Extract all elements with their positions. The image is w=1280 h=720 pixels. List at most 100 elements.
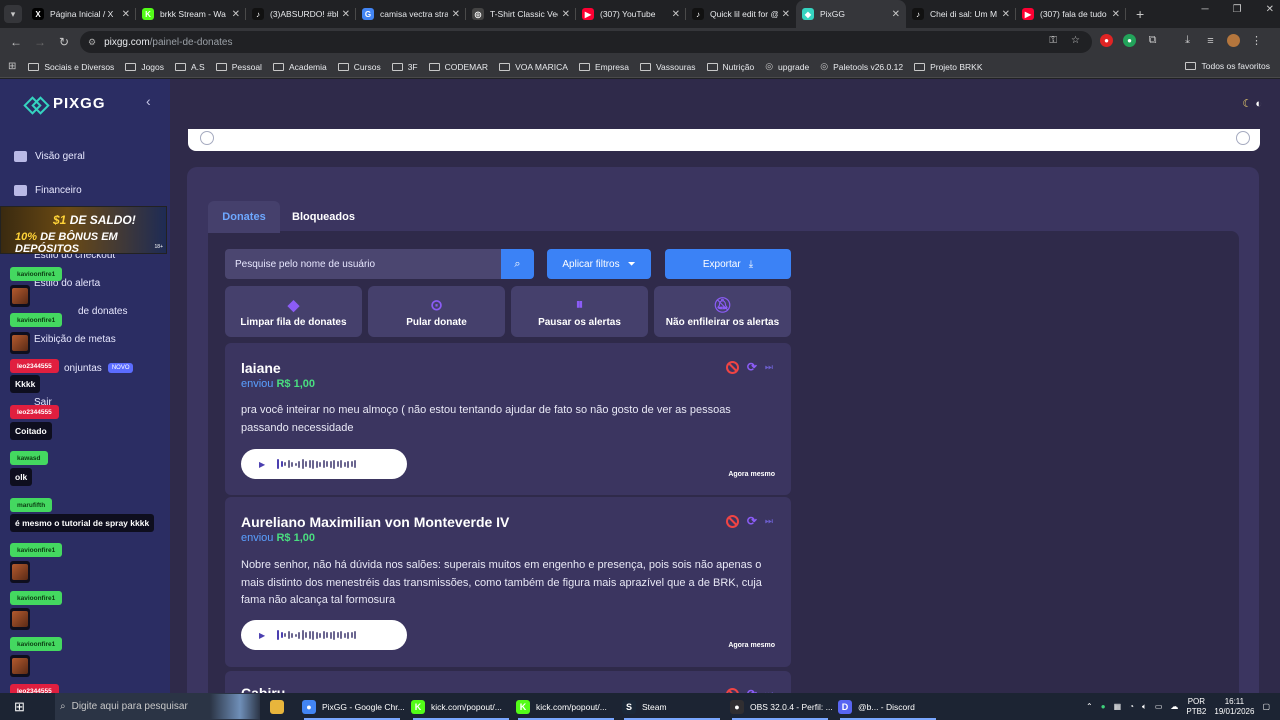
menu-dots-icon[interactable]: ⋮ [1250, 34, 1263, 47]
play-icon[interactable]: ▶ [259, 631, 265, 640]
bookmark-item[interactable]: Vassouras [640, 62, 696, 72]
sidebar-item-donates-panel[interactable]: de donates [78, 306, 128, 317]
network-icon[interactable]: ▦ [1114, 702, 1122, 711]
key-icon[interactable]: ⚿ [1049, 35, 1057, 46]
collapse-sidebar-icon[interactable]: ‹ [146, 93, 151, 109]
notifications-icon[interactable]: ▢ [1262, 702, 1270, 711]
replay-icon[interactable]: ⟳ [747, 514, 757, 528]
volume-icon[interactable]: 🔈︎ [1142, 702, 1147, 712]
browser-tab[interactable]: ♪ Chei di sal: Um M ✕ [906, 0, 1016, 28]
pixgg-logo[interactable]: PIXGG [26, 95, 106, 112]
taskbar-app[interactable]: ● OBS 32.0.4 - Perfil: ... [730, 693, 833, 720]
address-bar[interactable]: ⚙ pixgg.com/painel-de-donates ⚿ ☆ [80, 31, 1092, 53]
promo-banner[interactable]: $1 DE SALDO! 10% DE BÔNUS EM DEPÓSITOS 1… [0, 206, 167, 255]
tab-blocked[interactable]: Bloqueados [292, 201, 355, 233]
browser-tab[interactable]: X Página Inicial / X ✕ [26, 0, 136, 28]
skip-donate-button[interactable]: ⊙ Pular donate [368, 286, 505, 337]
waveform[interactable] [277, 459, 357, 469]
clock[interactable]: 16:11 19/01/2026 [1214, 697, 1254, 717]
sidebar-item-overview[interactable]: Visão geral [14, 151, 85, 162]
wifi-icon[interactable]: ◔ [1129, 702, 1134, 711]
bookmark-item[interactable]: Nutrição [706, 62, 754, 72]
extension-green-icon[interactable]: ● [1123, 34, 1136, 47]
minimize-icon[interactable]: ─ [1202, 4, 1209, 15]
reload-button[interactable]: ↻ [52, 35, 76, 49]
extension-red-icon[interactable]: ● [1100, 34, 1113, 47]
replay-icon[interactable]: ⟳ [747, 360, 757, 374]
browser-tab[interactable]: ▶ (307) YouTube ✕ [576, 0, 686, 28]
skip-small-icon[interactable]: ⏭ [765, 362, 773, 373]
close-tab-icon[interactable]: ✕ [782, 9, 790, 20]
close-tab-icon[interactable]: ✕ [562, 9, 570, 20]
audio-player[interactable]: ▶ [241, 620, 407, 650]
browser-tab[interactable]: ▶ (307) fala de tudo ✕ [1016, 0, 1126, 28]
tab-search-menu[interactable]: ▾ [0, 0, 26, 28]
block-icon[interactable] [725, 360, 739, 374]
clear-queue-button[interactable]: ◆ Limpar fila de donates [225, 286, 362, 337]
taskbar-app[interactable]: D @b... - Discord [838, 693, 938, 720]
status-dot-icon[interactable]: ● [1101, 702, 1106, 711]
apps-grid-icon[interactable]: ⊞ [8, 61, 16, 72]
bookmark-item[interactable]: Pessoal [215, 62, 262, 72]
bookmark-item[interactable]: Cursos [337, 62, 381, 72]
play-icon[interactable]: ▶ [259, 460, 265, 469]
bookmark-item[interactable]: Sociais e Diversos [28, 62, 114, 72]
bookmark-item[interactable]: ◎ upgrade [765, 61, 809, 72]
close-tab-icon[interactable]: ✕ [232, 9, 240, 20]
close-tab-icon[interactable]: ✕ [672, 9, 680, 20]
bookmark-item[interactable]: Academia [272, 62, 327, 72]
browser-tab[interactable]: Kbrkk Stream - Wa ✕ [136, 0, 246, 28]
skip-small-icon[interactable]: ⏭ [765, 516, 773, 527]
media-icon[interactable]: ≡ [1204, 34, 1217, 47]
download-icon[interactable]: ⤓ [1181, 34, 1194, 47]
theme-toggle[interactable]: ☾ ◐ [1242, 97, 1262, 110]
close-tab-icon[interactable]: ✕ [1002, 9, 1010, 20]
no-queue-alerts-button[interactable]: 🔕︎ Não enfileirar os alertas [654, 286, 791, 337]
sidebar-item-goals[interactable]: Exibição de metas [34, 334, 116, 345]
taskbar-app[interactable]: ● PixGG - Google Chr... [302, 693, 405, 720]
all-bookmarks[interactable]: Todos os favoritos [1185, 61, 1270, 71]
battery-icon[interactable]: ▭ [1155, 702, 1163, 711]
audio-player[interactable]: ▶ [241, 449, 407, 479]
close-tab-icon[interactable]: ✕ [452, 9, 460, 20]
bookmark-item[interactable]: VOA MARICA [499, 62, 568, 72]
cloud-icon[interactable]: ☁ [1170, 702, 1178, 711]
pause-alerts-button[interactable]: ⏸ Pausar os alertas [511, 286, 648, 337]
sidebar-item-financial[interactable]: Financeiro [14, 185, 82, 196]
close-notice-icon[interactable] [1236, 131, 1250, 145]
close-tab-icon[interactable]: ✕ [122, 9, 130, 20]
maximize-icon[interactable]: ❐ [1233, 4, 1242, 15]
browser-tab[interactable]: ◎ T-Shirt Classic Vec ✕ [466, 0, 576, 28]
bookmark-star-icon[interactable]: ☆ [1071, 35, 1080, 46]
browser-tab[interactable]: ◆ PixGG ✕ [796, 0, 906, 28]
apply-filters-button[interactable]: Aplicar filtros ⏷ [547, 249, 651, 279]
profile-avatar[interactable] [1227, 34, 1240, 47]
bookmark-item[interactable]: CODEMAR [428, 62, 488, 72]
back-button[interactable]: ← [4, 35, 28, 49]
export-button[interactable]: Exportar ⤓ [665, 249, 791, 279]
block-icon[interactable] [725, 514, 739, 528]
site-info-icon[interactable]: ⚙ [88, 37, 96, 48]
browser-tab[interactable]: ♪ Quick lil edit for @ ✕ [686, 0, 796, 28]
search-input[interactable]: Pesquise pelo nome de usuário [225, 249, 502, 279]
sidebar-item-combined[interactable]: onjuntas NOVO [64, 363, 134, 374]
taskbar-app[interactable]: S Steam [622, 693, 722, 720]
windows-start-icon[interactable]: ⊞ [14, 699, 25, 715]
taskbar-app[interactable]: Kkick.com/popout/... [411, 693, 511, 720]
bookmark-item[interactable]: 3F [391, 62, 418, 72]
chevron-up-icon[interactable]: ⌃ [1086, 702, 1093, 711]
browser-tab[interactable]: Gcamisa vectra stra ✕ [356, 0, 466, 28]
file-explorer-icon[interactable] [270, 693, 290, 720]
close-tab-icon[interactable]: ✕ [342, 9, 350, 20]
browser-tab[interactable]: ♪ (3)ABSURDO! #bl ✕ [246, 0, 356, 28]
bookmark-item[interactable]: A.S [175, 62, 205, 72]
bookmark-item[interactable]: ◎ Paletools v26.0.12 [820, 61, 903, 72]
search-button[interactable]: ⌕ [501, 249, 534, 279]
waveform[interactable] [277, 630, 357, 640]
forward-button[interactable]: → [28, 35, 52, 49]
bookmark-item[interactable]: Projeto BRKK [914, 62, 983, 72]
new-tab-button[interactable]: + [1136, 6, 1144, 22]
bookmark-item[interactable]: Empresa [578, 62, 629, 72]
close-tab-icon[interactable]: ✕ [1112, 9, 1120, 20]
tab-donates[interactable]: Donates [208, 201, 280, 233]
